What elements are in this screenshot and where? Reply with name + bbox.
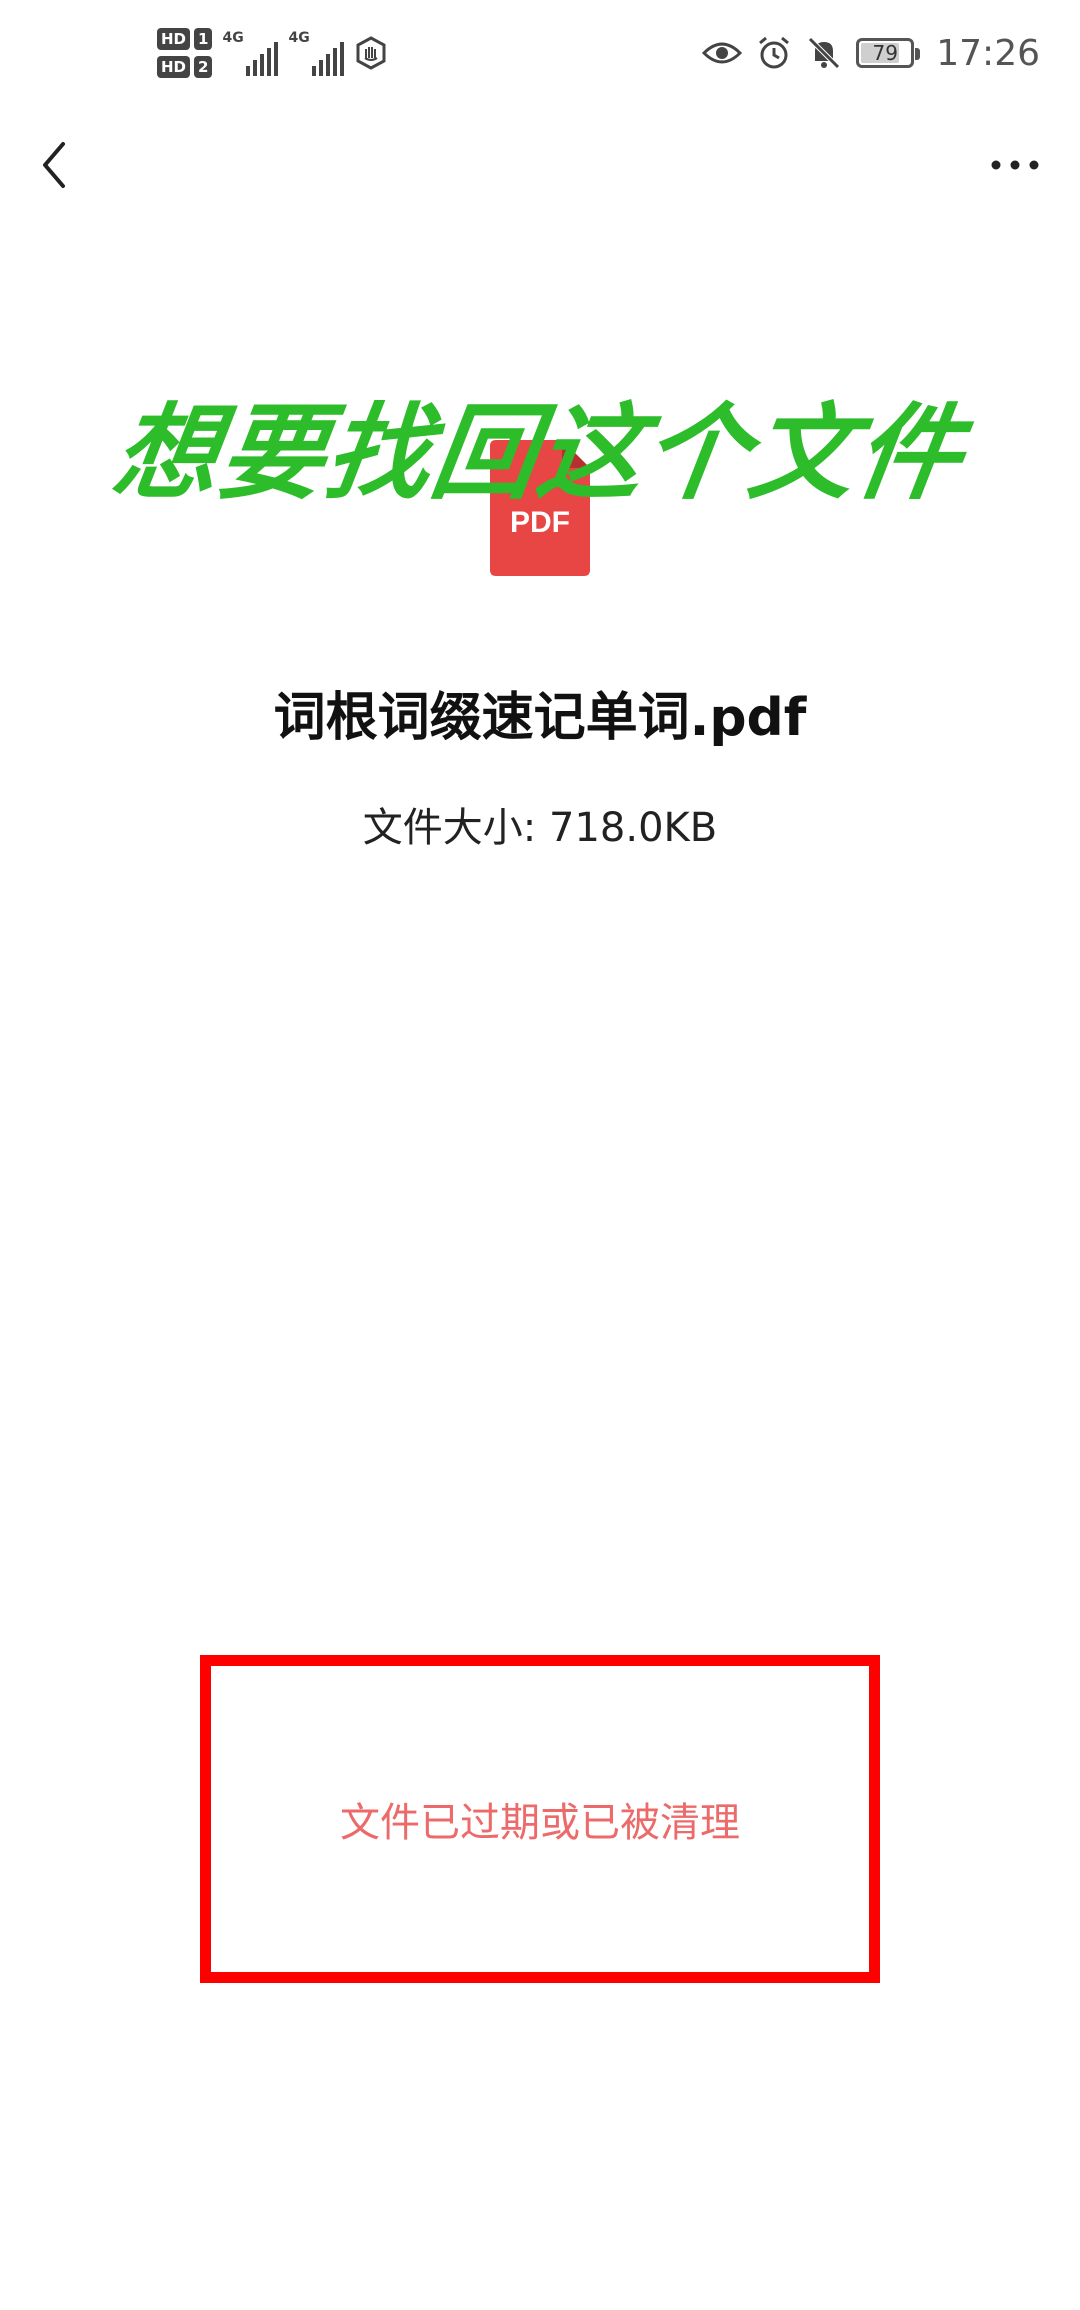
headline-overlay: 想要找回这个文件: [106, 392, 972, 514]
network-type: 4G: [288, 30, 310, 46]
expired-status-box: 文件已过期或已被清理: [200, 1655, 880, 1983]
signal-sim1: 4G: [222, 30, 279, 76]
status-bar-right: 79 17:26: [702, 28, 1040, 78]
hd-indicator-sim2: HD 2: [157, 56, 213, 78]
hd-badge: HD: [157, 56, 191, 78]
status-bar-left: HD 1 HD 2 4G 4G: [157, 28, 388, 78]
file-size-label: 文件大小:: [362, 805, 537, 851]
eye-icon: [702, 39, 743, 67]
file-size-value: 718.0KB: [549, 805, 718, 851]
battery-indicator: 79: [856, 38, 921, 68]
hd-indicator-sim1: HD 1: [157, 28, 213, 50]
status-bar: HD 1 HD 2 4G 4G 79 17:26: [0, 0, 1080, 125]
battery-percent: 79: [872, 41, 898, 65]
signal-sim2: 4G: [288, 30, 345, 76]
signal-bars-icon: [312, 42, 345, 76]
sim-number: 2: [194, 56, 213, 78]
bell-muted-icon: [806, 35, 842, 71]
chevron-left-icon: [43, 142, 65, 188]
more-options-button[interactable]: [980, 140, 1050, 190]
back-button[interactable]: [30, 135, 78, 195]
hd-indicators: HD 1 HD 2: [157, 28, 213, 78]
file-name: 词根词缀速记单词.pdf: [273, 688, 807, 748]
shield-hand-icon: [354, 36, 388, 70]
alarm-icon: [756, 35, 792, 71]
hd-badge: HD: [157, 28, 191, 50]
signal-bars-icon: [246, 42, 279, 76]
file-size: 文件大小: 718.0KB: [0, 795, 1080, 853]
expired-status-message: 文件已过期或已被清理: [340, 1800, 740, 1846]
sim-number: 1: [194, 28, 213, 50]
more-dots-icon: [991, 160, 1039, 170]
status-time: 17:26: [936, 32, 1040, 74]
network-type: 4G: [222, 30, 244, 46]
